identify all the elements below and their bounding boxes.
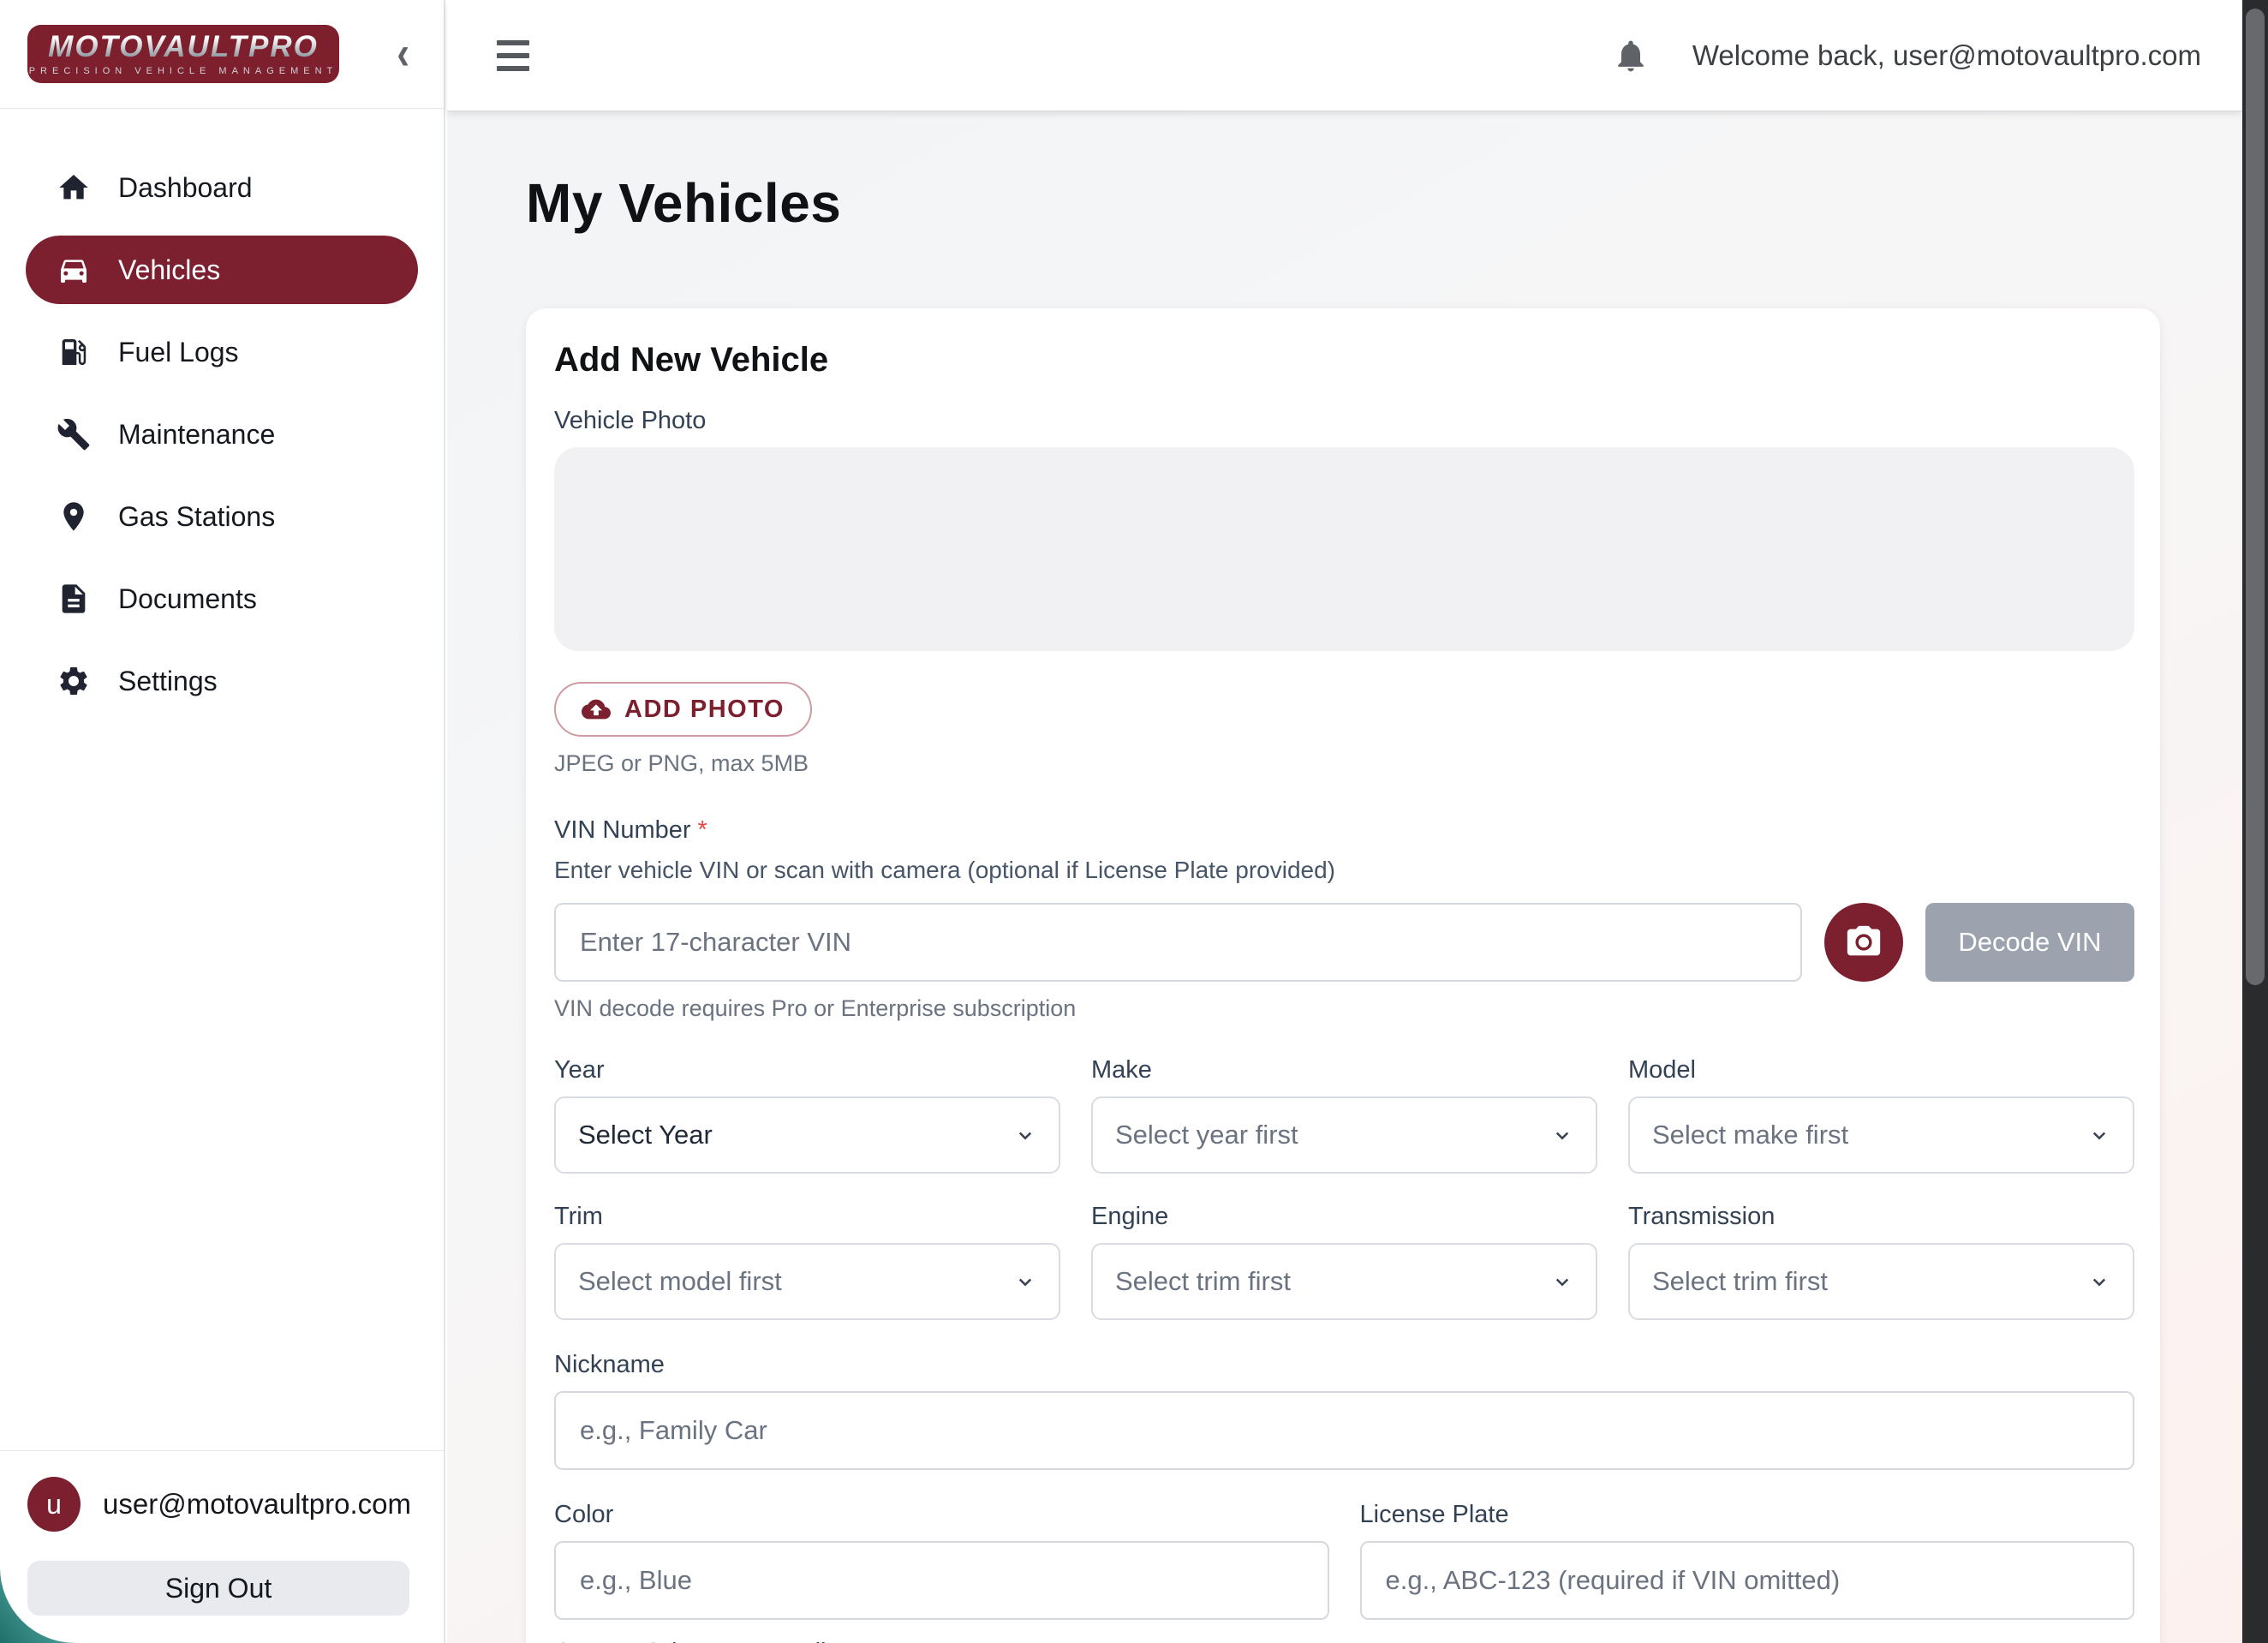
trim-label: Trim	[554, 1203, 1060, 1231]
transmission-label: Transmission	[1628, 1203, 2134, 1231]
sidebar-item-dashboard[interactable]: Dashboard	[26, 153, 418, 222]
vin-label: VIN Number*	[554, 816, 2134, 845]
brand-tagline: PRECISION VEHICLE MANAGEMENT	[29, 67, 338, 76]
license-plate-input[interactable]	[1360, 1541, 2135, 1620]
vin-input[interactable]	[554, 903, 1802, 982]
scrollbar-thumb[interactable]	[2246, 9, 2265, 985]
color-field: Color	[554, 1501, 1329, 1620]
sign-out-button[interactable]: Sign Out	[27, 1561, 409, 1616]
fuel-pump-icon	[57, 335, 91, 369]
make-field: Make Select year first	[1091, 1056, 1597, 1174]
color-input[interactable]	[554, 1541, 1329, 1620]
chevron-down-icon	[2086, 1269, 2112, 1294]
form-title: Add New Vehicle	[554, 341, 2134, 379]
model-field: Model Select make first	[1628, 1056, 2134, 1174]
chevron-down-icon	[1549, 1269, 1575, 1294]
model-select[interactable]: Select make first	[1628, 1096, 2134, 1174]
sidebar-item-fuel-logs[interactable]: Fuel Logs	[26, 318, 418, 386]
color-license-grid: Color License Plate	[554, 1501, 2134, 1620]
engine-label: Engine	[1091, 1203, 1597, 1231]
main-area: Welcome back, user@motovaultpro.com My V…	[447, 0, 2242, 1643]
chevron-left-icon: ‹	[397, 27, 409, 80]
license-plate-field: License Plate	[1360, 1501, 2135, 1620]
odometer-label: Current Odometer Reading	[554, 1639, 2134, 1643]
car-icon	[57, 253, 91, 287]
document-icon	[57, 582, 91, 616]
sidebar-collapse-button[interactable]: ‹	[397, 31, 409, 78]
decode-vin-button[interactable]: Decode VIN	[1925, 903, 2134, 982]
add-photo-label: ADD PHOTO	[624, 696, 785, 724]
vin-description: Enter vehicle VIN or scan with camera (o…	[554, 857, 2134, 884]
chevron-down-icon	[2086, 1122, 2112, 1148]
sidebar-item-label: Settings	[118, 666, 218, 697]
map-pin-icon	[57, 499, 91, 534]
vehicle-spec-grid: Year Select Year Make Select year first	[554, 1056, 2134, 1320]
chevron-down-icon	[1549, 1122, 1575, 1148]
avatar: u	[27, 1477, 81, 1532]
chevron-down-icon	[1012, 1122, 1038, 1148]
vin-row: Decode VIN	[554, 903, 2134, 982]
model-label: Model	[1628, 1056, 2134, 1084]
nickname-input[interactable]	[554, 1391, 2134, 1470]
year-select[interactable]: Select Year	[554, 1096, 1060, 1174]
sidebar-item-label: Dashboard	[118, 172, 253, 204]
nickname-label: Nickname	[554, 1351, 2134, 1379]
camera-icon	[1844, 923, 1883, 962]
topbar-right: Welcome back, user@motovaultpro.com	[1612, 37, 2201, 75]
page-content: My Vehicles Add New Vehicle Vehicle Phot…	[447, 111, 2242, 1643]
sidebar-nav: Dashboard Vehicles Fuel Logs Maintenance…	[0, 109, 444, 715]
sidebar-item-settings[interactable]: Settings	[26, 647, 418, 715]
welcome-text: Welcome back, user@motovaultpro.com	[1692, 39, 2201, 72]
nickname-field: Nickname	[554, 1351, 2134, 1470]
photo-hint: JPEG or PNG, max 5MB	[554, 750, 2134, 777]
chevron-down-icon	[1012, 1269, 1038, 1294]
hamburger-menu-icon[interactable]	[497, 40, 531, 71]
sidebar: MOTOVAULTPRO PRECISION VEHICLE MANAGEMEN…	[0, 0, 445, 1643]
trim-field: Trim Select model first	[554, 1203, 1060, 1320]
vehicle-photo-placeholder	[554, 447, 2134, 651]
year-label: Year	[554, 1056, 1060, 1084]
engine-field: Engine Select trim first	[1091, 1203, 1597, 1320]
make-label: Make	[1091, 1056, 1597, 1084]
license-plate-label: License Plate	[1360, 1501, 2135, 1529]
cloud-upload-icon	[582, 695, 611, 724]
page-title: My Vehicles	[526, 171, 2242, 235]
scan-vin-camera-button[interactable]	[1824, 903, 1903, 982]
home-icon	[57, 170, 91, 205]
transmission-field: Transmission Select trim first	[1628, 1203, 2134, 1320]
user-email: user@motovaultpro.com	[103, 1488, 411, 1521]
sidebar-item-label: Maintenance	[118, 419, 275, 451]
app-root: MOTOVAULTPRO PRECISION VEHICLE MANAGEMEN…	[0, 0, 2268, 1643]
sidebar-item-vehicles[interactable]: Vehicles	[26, 236, 418, 304]
make-select[interactable]: Select year first	[1091, 1096, 1597, 1174]
user-row: u user@motovaultpro.com	[27, 1477, 411, 1532]
sidebar-item-label: Gas Stations	[118, 501, 275, 533]
sidebar-item-label: Vehicles	[118, 254, 220, 286]
notification-bell-icon[interactable]	[1612, 37, 1650, 75]
sidebar-item-maintenance[interactable]: Maintenance	[26, 400, 418, 469]
brand-name: MOTOVAULTPRO	[48, 32, 319, 62]
sidebar-item-label: Fuel Logs	[118, 337, 239, 368]
brand-logo: MOTOVAULTPRO PRECISION VEHICLE MANAGEMEN…	[27, 25, 339, 83]
trim-select[interactable]: Select model first	[554, 1243, 1060, 1320]
topbar: Welcome back, user@motovaultpro.com	[447, 0, 2242, 111]
sidebar-item-gas-stations[interactable]: Gas Stations	[26, 482, 418, 551]
sidebar-header: MOTOVAULTPRO PRECISION VEHICLE MANAGEMEN…	[0, 0, 444, 109]
required-asterisk: *	[698, 816, 707, 844]
gear-icon	[57, 664, 91, 698]
sidebar-item-label: Documents	[118, 583, 257, 615]
vehicle-photo-label: Vehicle Photo	[554, 407, 2134, 435]
sidebar-footer: u user@motovaultpro.com Sign Out	[0, 1450, 444, 1643]
add-vehicle-card: Add New Vehicle Vehicle Photo ADD PHOTO …	[526, 308, 2160, 1643]
color-label: Color	[554, 1501, 1329, 1529]
scrollbar-track[interactable]	[2242, 0, 2268, 1643]
year-field: Year Select Year	[554, 1056, 1060, 1174]
transmission-select[interactable]: Select trim first	[1628, 1243, 2134, 1320]
engine-select[interactable]: Select trim first	[1091, 1243, 1597, 1320]
wrench-icon	[57, 417, 91, 451]
sidebar-item-documents[interactable]: Documents	[26, 565, 418, 633]
add-photo-button[interactable]: ADD PHOTO	[554, 682, 812, 737]
vin-subscription-note: VIN decode requires Pro or Enterprise su…	[554, 995, 2134, 1022]
